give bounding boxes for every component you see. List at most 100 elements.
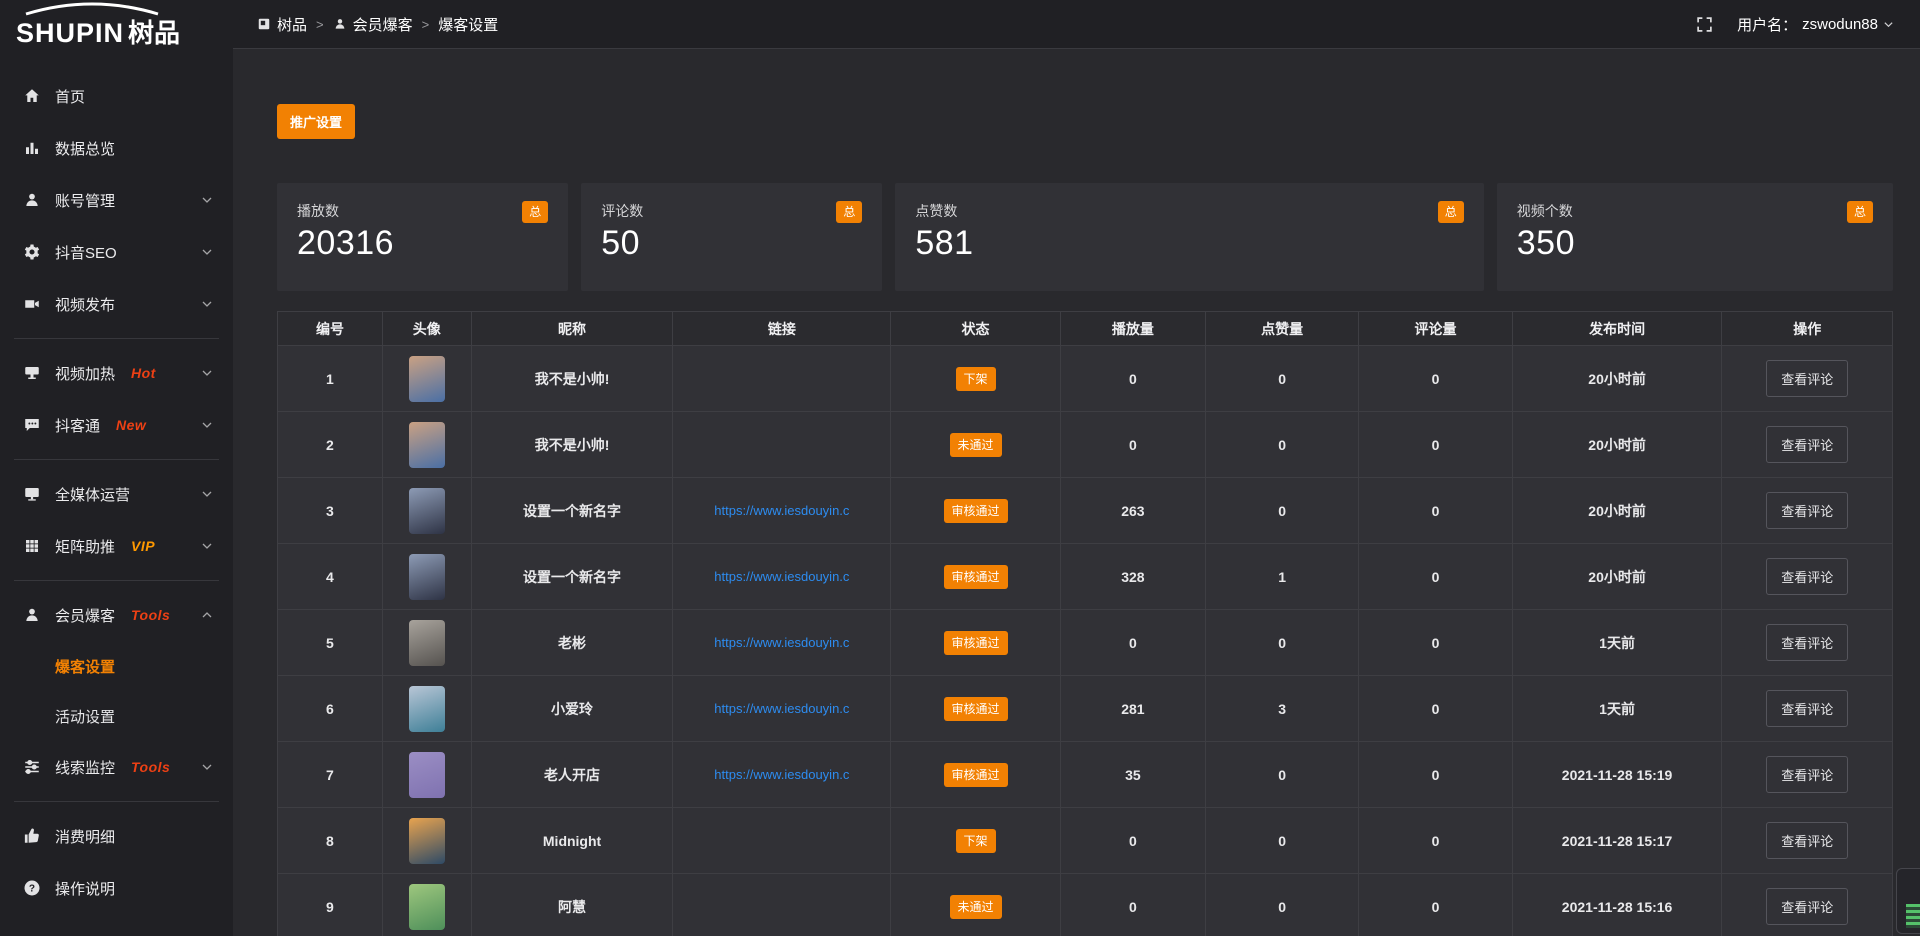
cell-time: 20小时前 [1513,544,1723,610]
chevron-up-icon [201,609,213,621]
sidebar-item[interactable]: 全媒体运营 [0,468,233,520]
cell-id: 5 [278,610,383,676]
view-comments-button[interactable]: 查看评论 [1766,492,1848,529]
total-badge: 总 [522,201,548,223]
sidebar: SHUPIN 树品 首页数据总览账号管理抖音SEO 视频发布视频加热Hot抖客通N… [0,0,233,936]
cell-id: 8 [278,808,383,874]
cell-comments: 0 [1359,544,1512,610]
sidebar-divider [14,801,219,802]
chevron-down-icon [201,540,213,552]
sidebar-item[interactable]: 账号管理 [0,174,233,226]
sidebar-item[interactable]: 数据总览 [0,122,233,174]
user-menu[interactable]: 用户名：zswodun88 [1737,14,1894,35]
cell-status: 未通过 [891,412,1060,478]
stat-card: 点赞数581总 [895,183,1483,291]
sidebar-item[interactable]: 视频加热Hot [0,347,233,399]
cell-actions: 查看评论 [1722,412,1891,478]
avatar-image [409,356,445,402]
sidebar-item-tag: Tools [131,759,170,775]
cell-comments: 0 [1359,346,1512,412]
breadcrumb-item[interactable]: 树品 [257,14,307,35]
view-comments-button[interactable]: 查看评论 [1766,756,1848,793]
brand-name-cn: 树品 [128,13,180,50]
sidebar-subitem[interactable]: 活动设置 [0,691,233,741]
panel-icon [257,17,271,31]
stat-card: 视频个数350总 [1497,183,1893,291]
column-header: 播放量 [1061,312,1206,346]
view-comments-button[interactable]: 查看评论 [1766,426,1848,463]
cell-nickname: 我不是小帅! [472,346,674,412]
view-comments-button[interactable]: 查看评论 [1766,558,1848,595]
stat-value: 581 [915,224,1463,263]
table-row: 6小爱玲https://www.iesdouyin.c审核通过281301天前查… [278,676,1892,742]
sidebar-subitem[interactable]: 爆客设置 [0,641,233,691]
avatar-image [409,554,445,600]
sidebar-item[interactable]: 视频发布 [0,278,233,330]
avatar-image [409,884,445,930]
video-link[interactable]: https://www.iesdouyin.c [714,569,849,584]
chevron-down-icon [201,298,213,310]
promo-settings-button[interactable]: 推广设置 [277,104,355,139]
cell-nickname: 设置一个新名字 [472,544,674,610]
sidebar-item[interactable]: 矩阵助推VIP [0,520,233,572]
status-badge: 审核通过 [944,697,1008,721]
cell-nickname: 老彬 [472,610,674,676]
status-badge: 未通过 [950,895,1002,919]
floating-widget[interactable] [1896,868,1920,934]
sidebar-item[interactable]: 会员爆客Tools [0,589,233,641]
cell-avatar [383,610,472,676]
breadcrumb-label: 爆客设置 [438,14,498,35]
sidebar-divider [14,459,219,460]
sidebar-item[interactable]: 首页 [0,70,233,122]
column-header: 头像 [383,312,472,346]
view-comments-button[interactable]: 查看评论 [1766,690,1848,727]
sidebar-item[interactable]: 抖音SEO [0,226,233,278]
cell-avatar [383,544,472,610]
sidebar-item-label: 视频发布 [55,294,115,315]
table-row: 2我不是小帅!未通过00020小时前查看评论 [278,412,1892,478]
cell-link: https://www.iesdouyin.c [673,478,891,544]
cell-id: 6 [278,676,383,742]
cell-actions: 查看评论 [1722,742,1891,808]
sidebar-item[interactable]: 消费明细 [0,810,233,862]
home-icon [22,86,42,106]
cell-actions: 查看评论 [1722,544,1891,610]
cell-plays: 0 [1061,610,1206,676]
cell-actions: 查看评论 [1722,676,1891,742]
view-comments-button[interactable]: 查看评论 [1766,624,1848,661]
fullscreen-icon[interactable] [1696,16,1713,33]
cell-link: https://www.iesdouyin.c [673,676,891,742]
sidebar-item-tag: VIP [131,538,155,554]
stat-card: 评论数50总 [581,183,882,291]
brand-logo[interactable]: SHUPIN 树品 [0,0,233,58]
cell-likes: 0 [1206,610,1359,676]
gear-icon [22,242,42,262]
total-badge: 总 [836,201,862,223]
cell-link [673,874,891,936]
sidebar-item[interactable]: 线索监控Tools [0,741,233,793]
table-row: 4设置一个新名字https://www.iesdouyin.c审核通过32810… [278,544,1892,610]
view-comments-button[interactable]: 查看评论 [1766,360,1848,397]
cell-comments: 0 [1359,610,1512,676]
view-comments-button[interactable]: 查看评论 [1766,888,1848,925]
video-link[interactable]: https://www.iesdouyin.c [714,701,849,716]
cell-actions: 查看评论 [1722,346,1891,412]
cell-likes: 3 [1206,676,1359,742]
cell-avatar [383,874,472,936]
sidebar-item[interactable]: ?操作说明 [0,862,233,914]
video-link[interactable]: https://www.iesdouyin.c [714,503,849,518]
brand-logo-text: SHUPIN 树品 [16,13,180,50]
breadcrumb-item[interactable]: 会员爆客 [333,14,413,35]
cell-likes: 0 [1206,808,1359,874]
sidebar-item[interactable]: 抖客通New [0,399,233,451]
table-row: 8Midnight下架0002021-11-28 15:17查看评论 [278,808,1892,874]
stat-label: 点赞数 [915,201,1463,221]
cell-actions: 查看评论 [1722,874,1891,936]
cell-time: 20小时前 [1513,346,1723,412]
view-comments-button[interactable]: 查看评论 [1766,822,1848,859]
video-link[interactable]: https://www.iesdouyin.c [714,767,849,782]
stat-value: 350 [1517,224,1873,263]
video-link[interactable]: https://www.iesdouyin.c [714,635,849,650]
column-header: 状态 [891,312,1060,346]
status-badge: 审核通过 [944,565,1008,589]
